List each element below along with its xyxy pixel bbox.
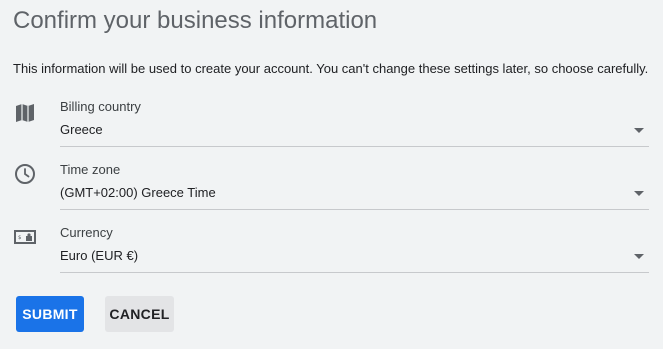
time-zone-label: Time zone xyxy=(60,162,121,177)
time-zone-field: Time zone (GMT+02:00) Greece Time xyxy=(0,162,663,212)
currency-select[interactable]: Euro (EUR €) xyxy=(60,243,649,273)
currency-icon: $ xyxy=(13,225,37,249)
clock-icon xyxy=(13,162,37,186)
submit-button[interactable]: SUBMIT xyxy=(16,296,84,332)
page-description: This information will be used to create … xyxy=(13,61,649,76)
currency-field: $ Currency Euro (EUR €) xyxy=(0,225,663,275)
chevron-down-icon xyxy=(634,191,644,196)
map-icon xyxy=(13,101,37,125)
chevron-down-icon xyxy=(634,128,644,133)
currency-value: Euro (EUR €) xyxy=(60,248,139,263)
time-zone-value: (GMT+02:00) Greece Time xyxy=(60,185,216,200)
billing-country-field: Billing country Greece xyxy=(0,99,663,149)
billing-country-value: Greece xyxy=(60,122,103,137)
billing-country-label: Billing country xyxy=(60,99,141,114)
time-zone-select[interactable]: (GMT+02:00) Greece Time xyxy=(60,180,649,210)
page-title: Confirm your business information xyxy=(13,7,378,34)
chevron-down-icon xyxy=(634,254,644,259)
currency-label: Currency xyxy=(60,225,113,240)
billing-country-select[interactable]: Greece xyxy=(60,117,649,147)
svg-text:$: $ xyxy=(18,235,22,241)
cancel-button[interactable]: CANCEL xyxy=(105,296,174,332)
